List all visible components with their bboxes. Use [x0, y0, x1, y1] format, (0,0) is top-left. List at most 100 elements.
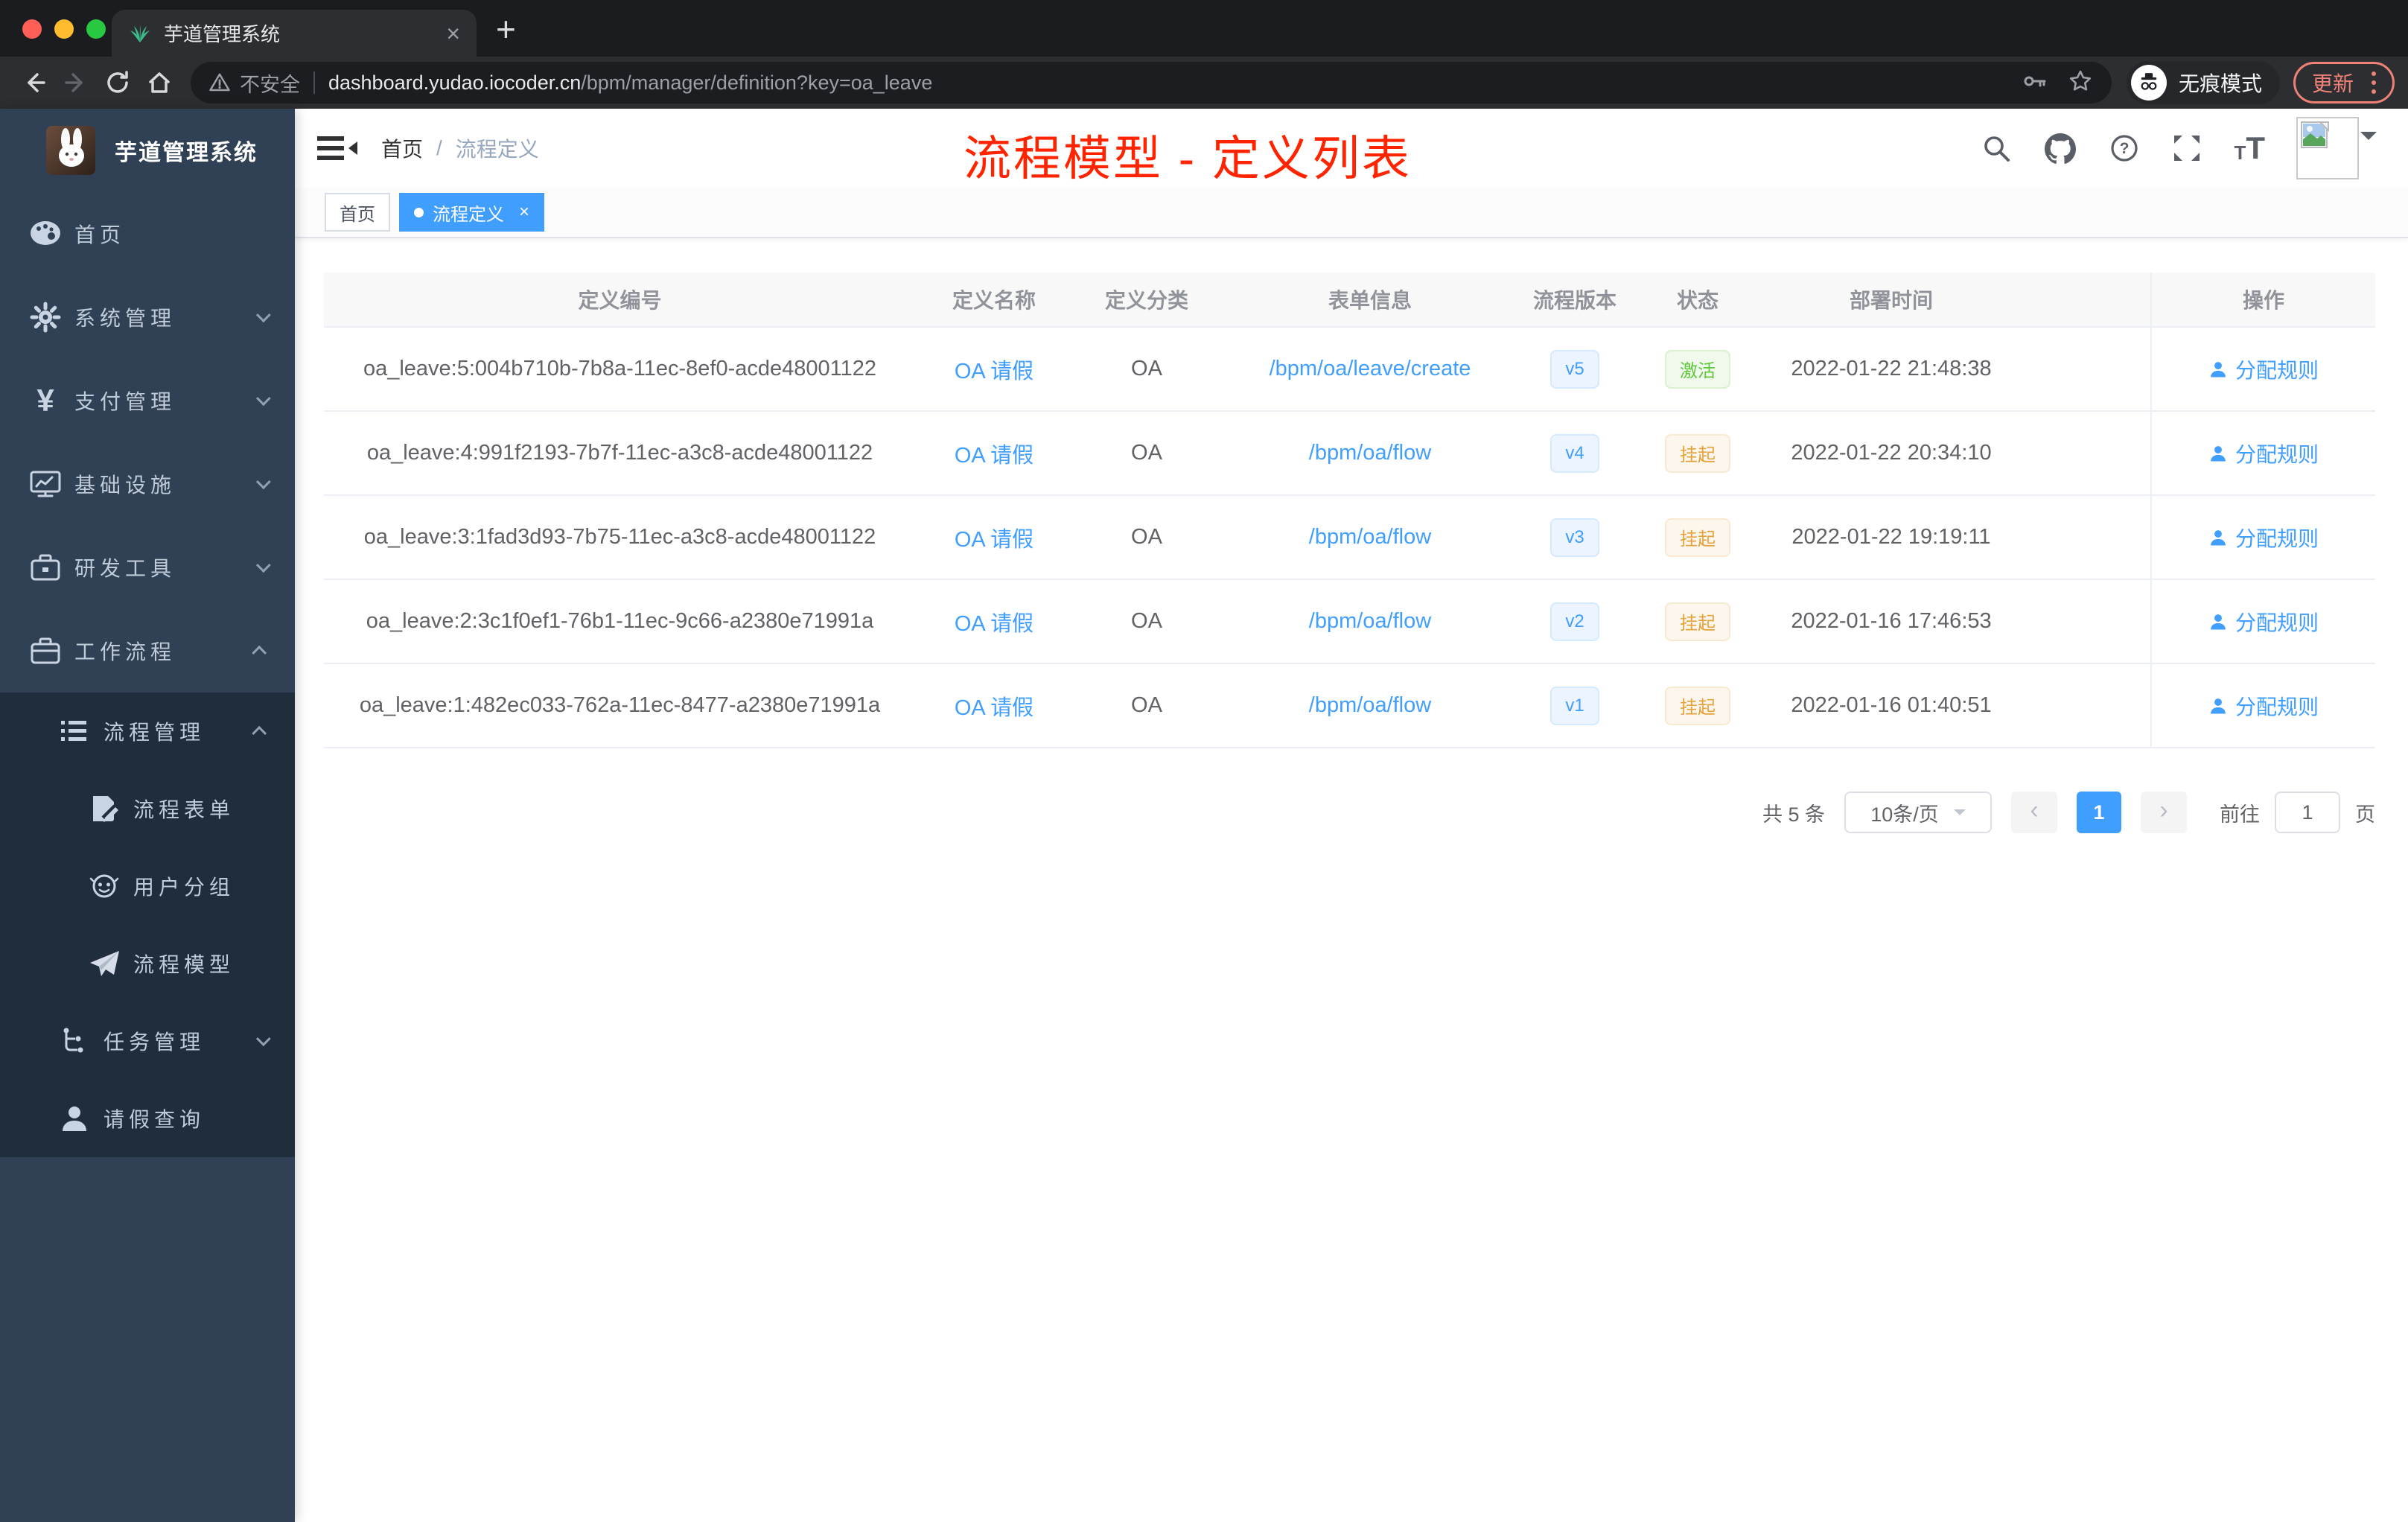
form-link[interactable]: /bpm/oa/flow — [1309, 441, 1431, 465]
sidebar-item-process-mgmt[interactable]: 流程管理 — [0, 692, 295, 770]
font-size-icon[interactable]: TT — [2234, 133, 2265, 164]
goto-page-input[interactable]: 1 — [2275, 792, 2340, 833]
table-row: oa_leave:3:1fad3d93-7b75-11ec-a3c8-acde4… — [324, 496, 2375, 580]
fullscreen-icon[interactable] — [2171, 133, 2202, 164]
deploy-time: 2022-01-16 17:46:53 — [1791, 609, 1992, 633]
incognito-badge: 无痕模式 — [2126, 61, 2280, 104]
github-icon[interactable] — [2043, 132, 2077, 165]
version-badge: v4 — [1550, 433, 1599, 473]
user-avatar[interactable] — [2296, 117, 2377, 179]
user-icon — [2211, 529, 2226, 546]
sidebar-item-task-mgmt[interactable]: 任务管理 — [0, 1002, 295, 1080]
tag-close-icon[interactable]: × — [519, 203, 529, 221]
pagination: 共 5 条 10条/页 ‹ 1 › 前往 1 页 — [324, 792, 2375, 833]
form-icon — [87, 793, 121, 824]
status-badge: 挂起 — [1665, 602, 1730, 641]
chevron-down-icon — [255, 558, 271, 573]
sidebar-item-process-model[interactable]: 流程模型 — [0, 925, 295, 1002]
search-icon[interactable] — [1981, 133, 2012, 164]
dashboard-icon — [28, 219, 63, 249]
chevron-down-icon — [255, 308, 271, 323]
paper-plane-icon — [87, 949, 121, 978]
form-link[interactable]: /bpm/oa/leave/create — [1270, 357, 1471, 381]
definition-category: OA — [1131, 525, 1162, 549]
assign-rule-button[interactable]: 分配规则 — [2208, 439, 2319, 468]
version-badge: v5 — [1550, 349, 1599, 389]
form-link[interactable]: /bpm/oa/flow — [1309, 609, 1431, 634]
tag-label: 首页 — [340, 204, 375, 225]
back-icon[interactable] — [13, 62, 55, 104]
assign-rule-button[interactable]: 分配规则 — [2208, 354, 2319, 384]
deploy-time: 2022-01-22 21:48:38 — [1791, 357, 1992, 380]
forward-icon[interactable] — [55, 62, 97, 104]
sidebar-item-label: 流程表单 — [133, 798, 235, 821]
avatar-caret-down-icon[interactable] — [2360, 132, 2377, 148]
sidebar-item-label: 用户分组 — [133, 876, 235, 899]
tag-process-definition[interactable]: 流程定义 × — [399, 193, 545, 232]
current-page-button[interactable]: 1 — [2077, 792, 2121, 833]
form-link[interactable]: /bpm/oa/flow — [1309, 693, 1431, 718]
tag-home[interactable]: 首页 — [325, 193, 390, 232]
version-badge: v2 — [1550, 602, 1599, 641]
tab-title: 芋道管理系统 — [164, 23, 281, 45]
browser-tab[interactable]: 芋道管理系统 × — [112, 10, 477, 57]
select-caret-icon — [1953, 809, 1966, 821]
assign-rule-button[interactable]: 分配规则 — [2208, 607, 2319, 637]
insecure-label: 不安全 — [240, 73, 300, 96]
sidebar-item-system[interactable]: 系统管理 — [0, 276, 295, 359]
column-header: 定义编号 — [578, 289, 662, 312]
definition-id: oa_leave:3:1fad3d93-7b75-11ec-a3c8-acde4… — [363, 525, 876, 549]
sidebar-item-label: 研发工具 — [74, 557, 176, 580]
new-tab-button[interactable]: + — [496, 12, 516, 46]
next-page-button[interactable]: › — [2141, 792, 2187, 833]
column-header: 流程版本 — [1532, 289, 1617, 312]
prev-page-button[interactable]: ‹ — [2011, 792, 2057, 833]
sidebar-item-label: 请假查询 — [103, 1108, 206, 1131]
tab-close-icon[interactable]: × — [446, 22, 460, 45]
assign-rule-button[interactable]: 分配规则 — [2208, 523, 2319, 553]
sidebar-item-home[interactable]: 首页 — [0, 192, 295, 276]
close-window-button[interactable] — [22, 19, 42, 39]
form-link[interactable]: /bpm/oa/flow — [1309, 525, 1431, 550]
home-icon[interactable] — [138, 62, 180, 104]
sidebar-item-user-group[interactable]: 用户分组 — [0, 847, 295, 925]
url-path: /bpm/manager/definition?key=oa_leave — [581, 71, 933, 94]
sidebar-item-devtools[interactable]: 研发工具 — [0, 526, 295, 609]
breadcrumb-home[interactable]: 首页 — [381, 133, 423, 163]
table-row: oa_leave:5:004b710b-7b8a-11ec-8ef0-acde4… — [324, 328, 2375, 412]
maximize-window-button[interactable] — [86, 19, 106, 39]
sidebar-item-leave-query[interactable]: 请假查询 — [0, 1080, 295, 1157]
page-content: 定义编号 定义名称 定义分类 表单信息 流程版本 状态 部署时间 操作 oa_l… — [295, 238, 2408, 1522]
chevron-down-icon — [255, 1031, 271, 1047]
definition-name-link[interactable]: OA 请假 — [955, 690, 1033, 722]
user-icon — [2211, 698, 2226, 714]
key-icon[interactable] — [2022, 69, 2048, 98]
minimize-window-button[interactable] — [54, 19, 74, 39]
page-size-select[interactable]: 10条/页 — [1844, 792, 1992, 833]
definition-name-link[interactable]: OA 请假 — [955, 606, 1033, 637]
browser-update-button[interactable]: 更新 — [2293, 62, 2395, 104]
sidebar-item-infra[interactable]: 基础设施 — [0, 442, 295, 526]
sidebar-logo[interactable]: 芋道管理系统 — [0, 109, 295, 192]
window-controls — [22, 19, 106, 39]
sidebar-item-process-form[interactable]: 流程表单 — [0, 770, 295, 847]
sidebar-item-label: 流程模型 — [133, 953, 235, 976]
status-badge: 挂起 — [1665, 433, 1730, 473]
definition-name-link[interactable]: OA 请假 — [955, 438, 1033, 469]
definition-name-link[interactable]: OA 请假 — [955, 522, 1033, 553]
definition-category: OA — [1131, 609, 1162, 633]
help-icon[interactable]: ? — [2109, 133, 2140, 164]
reload-icon[interactable] — [97, 62, 138, 104]
sidebar-item-payment[interactable]: ¥ 支付管理 — [0, 359, 295, 442]
definition-name-link[interactable]: OA 请假 — [955, 354, 1033, 385]
logo-avatar — [46, 126, 95, 175]
monitor-icon — [28, 468, 63, 500]
browser-menu-icon[interactable] — [2367, 71, 2380, 94]
sidebar-item-workflow[interactable]: 工作流程 — [0, 609, 295, 692]
bookmark-star-icon[interactable] — [2067, 68, 2094, 98]
url-bar[interactable]: 不安全 dashboard.yudao.iocoder.cn /bpm/mana… — [191, 62, 2112, 104]
assign-rule-button[interactable]: 分配规则 — [2208, 691, 2319, 721]
sidebar-fold-icon[interactable] — [317, 133, 359, 163]
table-header-row: 定义编号 定义名称 定义分类 表单信息 流程版本 状态 部署时间 操作 — [324, 273, 2375, 328]
definition-id: oa_leave:1:482ec033-762a-11ec-8477-a2380… — [359, 693, 881, 717]
